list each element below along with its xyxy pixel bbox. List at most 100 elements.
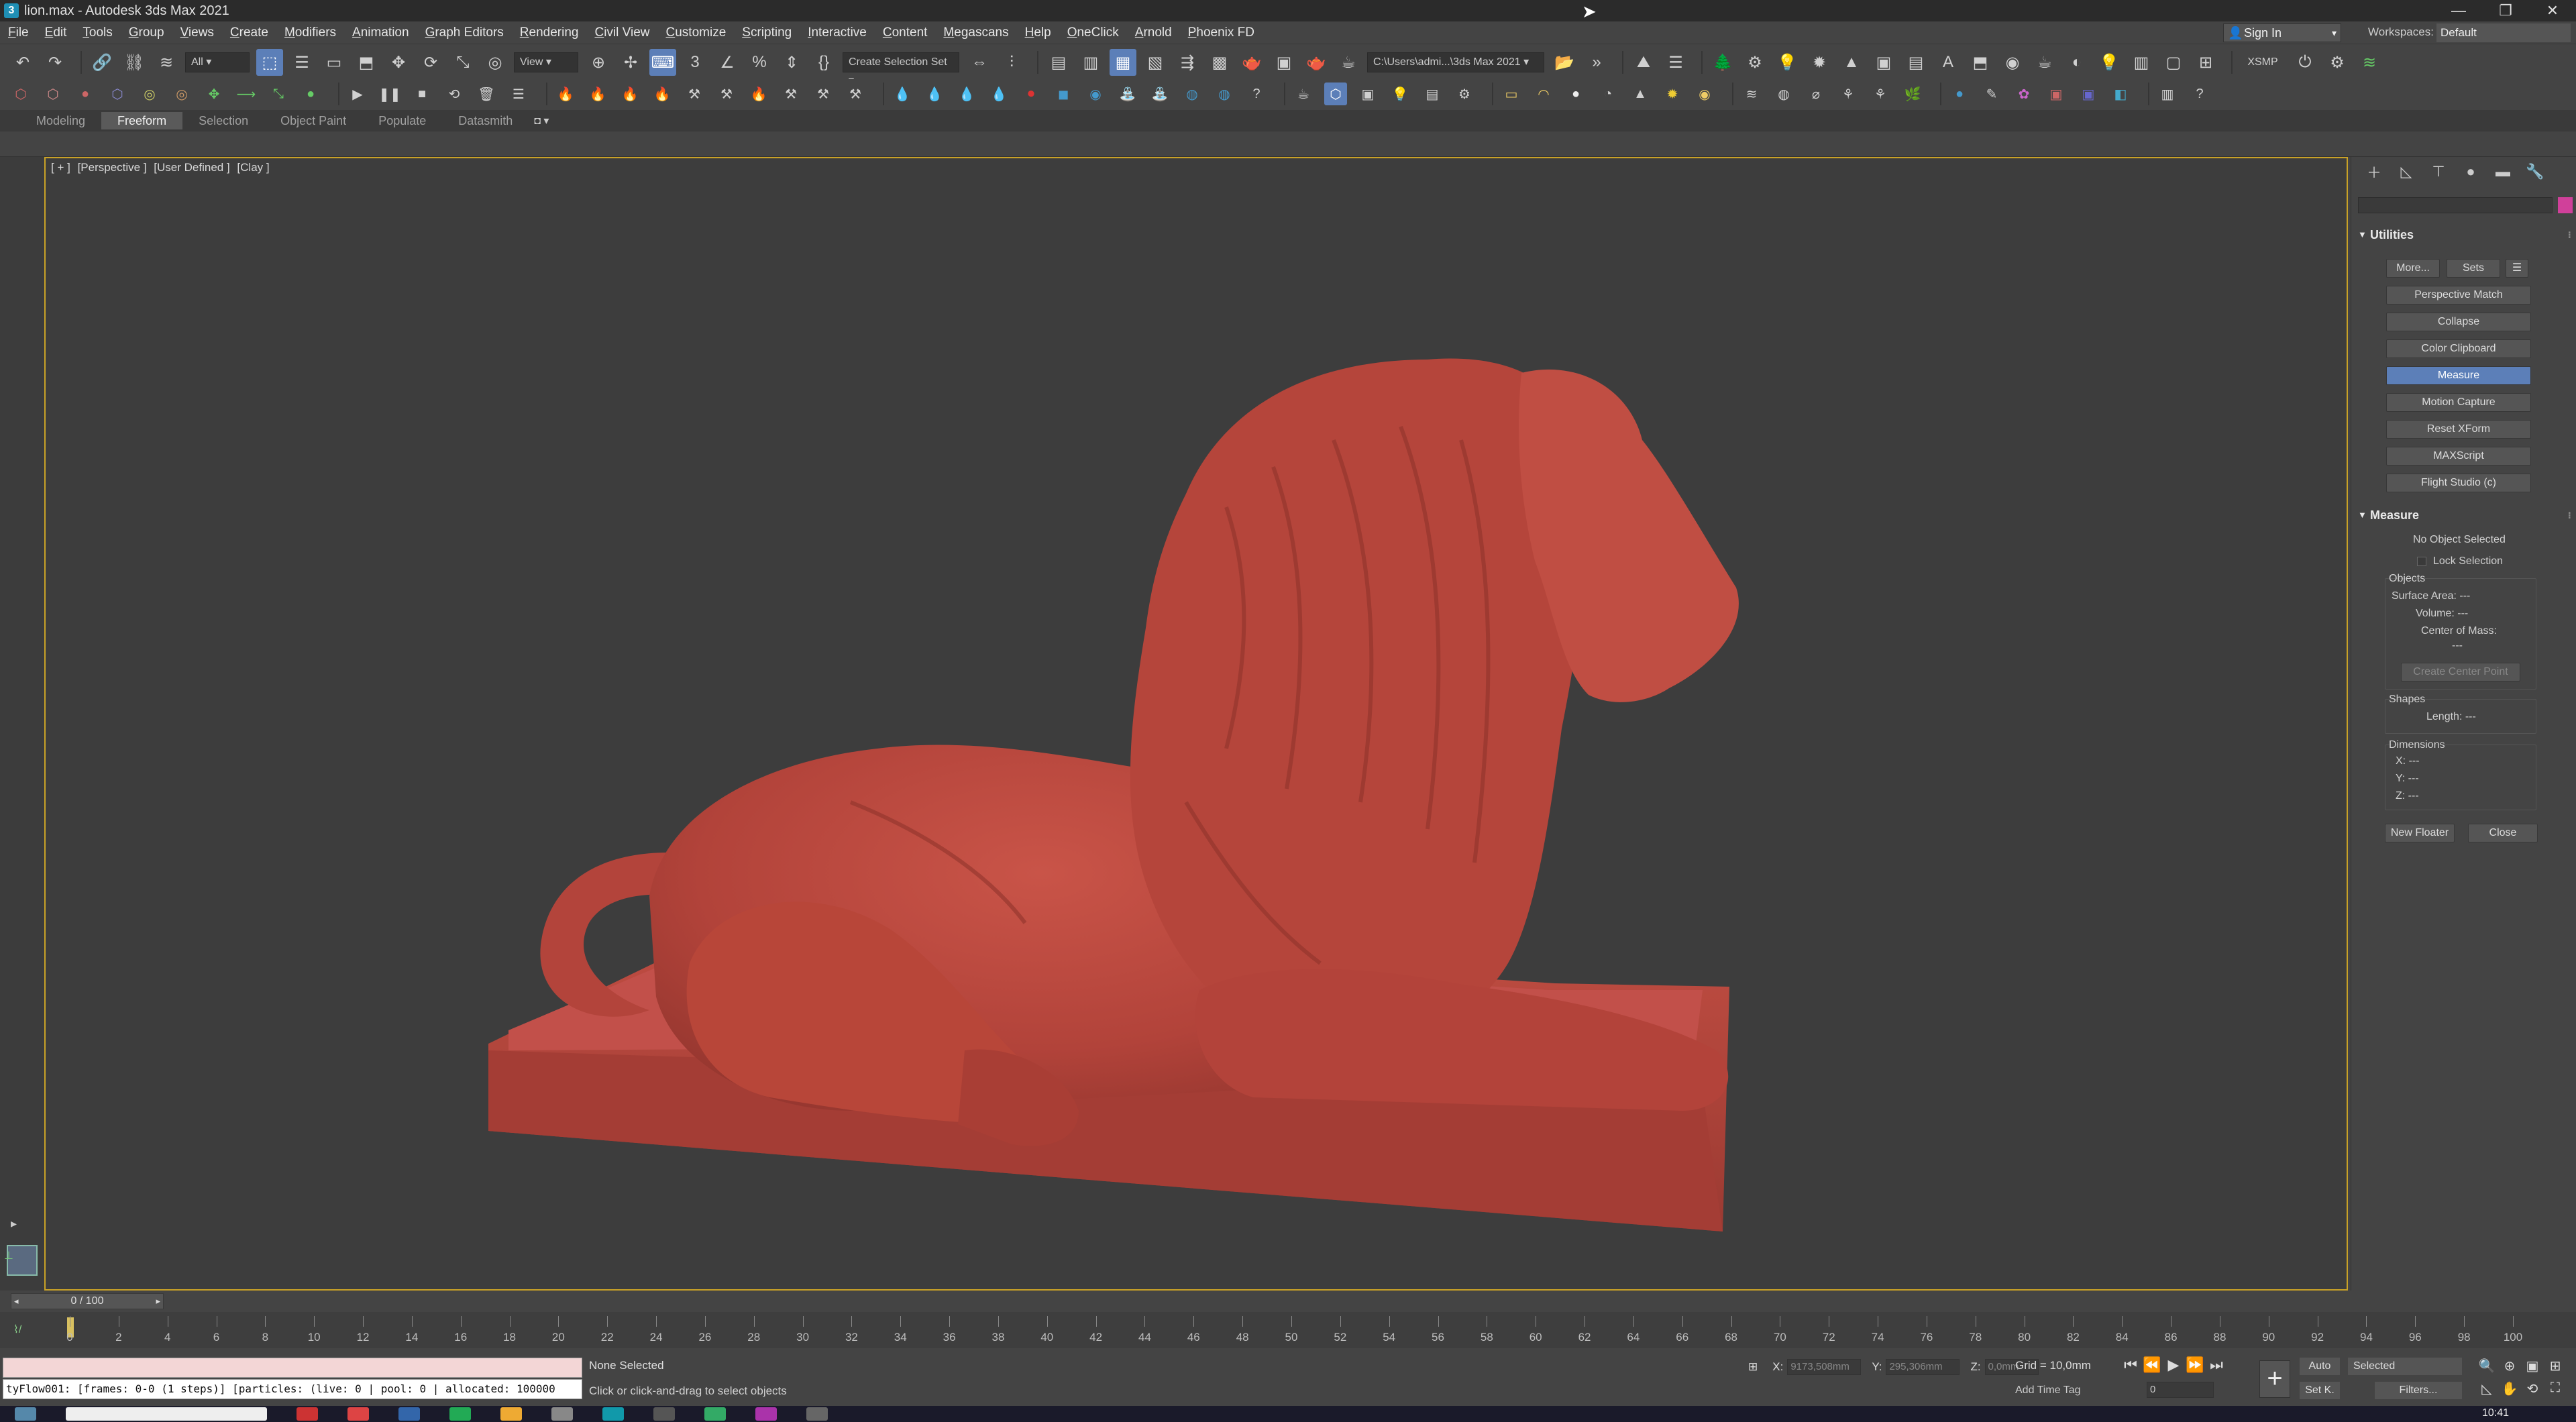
menu-customize[interactable]: Customize xyxy=(658,21,735,44)
object-color-swatch[interactable] xyxy=(2558,197,2573,213)
scene-converter-icon[interactable]: ⛰ xyxy=(1630,49,1657,76)
water-icon[interactable]: ⛲ xyxy=(1148,83,1171,105)
start-icon[interactable] xyxy=(15,1407,36,1421)
camera-icon[interactable]: ▲ xyxy=(1838,49,1865,76)
light-lister-icon[interactable]: 💡 xyxy=(1389,83,1411,105)
maxscript-button[interactable]: MAXScript xyxy=(2386,447,2531,466)
maximize-viewport-icon[interactable]: ⛶ xyxy=(2544,1380,2567,1403)
scale-icon[interactable]: ⤡ xyxy=(449,49,476,76)
menu-megascans[interactable]: Megascans xyxy=(935,21,1016,44)
object-icon[interactable]: ⬡ xyxy=(106,83,129,105)
shader-icon[interactable]: ▣ xyxy=(2077,83,2100,105)
reference-coordinate-dropdown[interactable]: View ▾ xyxy=(514,52,578,72)
taskbar-app-icon[interactable] xyxy=(551,1407,573,1421)
zoom-extents-icon[interactable]: ▣ xyxy=(2521,1358,2544,1380)
object-icon[interactable]: ● xyxy=(74,83,97,105)
log-icon[interactable]: ▥ xyxy=(2128,49,2155,76)
transform-mode-icon[interactable]: ⊞ xyxy=(1748,1360,1758,1374)
taskbar-app-icon[interactable] xyxy=(297,1407,318,1421)
pivot-center-icon[interactable]: ⊕ xyxy=(585,49,612,76)
fire-icon[interactable]: 🔥 xyxy=(651,83,674,105)
help-icon[interactable]: ? xyxy=(1245,83,1268,105)
water-icon[interactable]: 💧 xyxy=(955,83,978,105)
add-time-tag[interactable]: Add Time Tag xyxy=(2015,1384,2081,1397)
brush-icon[interactable]: ✎ xyxy=(1980,83,2003,105)
fire-icon[interactable]: 🔥 xyxy=(586,83,609,105)
open-project-icon[interactable]: 📂 xyxy=(1551,49,1578,76)
perspective-viewport[interactable]: [ + ] [Perspective ] [User Defined ] [Cl… xyxy=(44,157,2348,1291)
configure-sets-icon[interactable]: ☰ xyxy=(2506,259,2528,278)
object-name-field[interactable] xyxy=(2358,197,2553,213)
menu-arnold[interactable]: Arnold xyxy=(1127,21,1180,44)
material-icon[interactable]: ▤ xyxy=(1902,49,1929,76)
play-icon[interactable]: ▶ xyxy=(2163,1356,2184,1374)
environment-icon[interactable]: ◍ xyxy=(1772,83,1795,105)
menu-file[interactable]: File xyxy=(0,21,37,44)
reset-icon[interactable]: ⟲ xyxy=(443,83,466,105)
xsmp-power-icon[interactable]: ⏻ xyxy=(2292,49,2318,76)
bulb-icon[interactable]: 💡 xyxy=(2096,49,2123,76)
next-frame-icon[interactable]: ⏩ xyxy=(2184,1356,2206,1374)
taskbar-app-icon[interactable] xyxy=(806,1407,828,1421)
undo-icon[interactable]: ↶ xyxy=(9,49,36,76)
forest-pack-icon[interactable]: 🌲 xyxy=(1709,49,1736,76)
spinner-snap-icon[interactable]: ⇕ xyxy=(778,49,805,76)
redo-icon[interactable]: ↷ xyxy=(42,49,68,76)
object-icon[interactable]: ⬡ xyxy=(9,83,32,105)
water-icon[interactable]: ◍ xyxy=(1181,83,1203,105)
menu-graph-editors[interactable]: Graph Editors xyxy=(417,21,512,44)
bind-spacewarp-icon[interactable]: ≋ xyxy=(153,49,180,76)
ies-light-icon[interactable]: ◔ xyxy=(1597,83,1619,105)
light-icon[interactable]: 💡 xyxy=(1774,49,1801,76)
teapot-icon[interactable]: ☕ xyxy=(1292,83,1315,105)
ipr-icon[interactable]: ◉ xyxy=(1999,49,2026,76)
fire-icon[interactable]: 🔥 xyxy=(554,83,577,105)
menu-help[interactable]: Help xyxy=(1017,21,1059,44)
menu-modifiers[interactable]: Modifiers xyxy=(276,21,344,44)
shader-icon[interactable]: ▣ xyxy=(2045,83,2068,105)
pan-icon[interactable]: ✋ xyxy=(2498,1380,2521,1403)
window-crossing-icon[interactable]: ⬒ xyxy=(353,49,380,76)
sphere-light-icon[interactable]: ● xyxy=(1564,83,1587,105)
toolbar-overflow-icon[interactable]: » xyxy=(1583,49,1610,76)
trash-icon[interactable]: 🗑 xyxy=(475,83,498,105)
motion-tab-icon[interactable]: ● xyxy=(2457,160,2484,184)
settings-icon[interactable]: ⚙ xyxy=(1453,83,1476,105)
menu-animation[interactable]: Animation xyxy=(344,21,417,44)
link-icon[interactable]: 🔗 xyxy=(89,49,115,76)
close-button[interactable]: Close xyxy=(2468,824,2538,842)
object-icon[interactable]: ✥ xyxy=(203,83,225,105)
viewport-icon[interactable]: ▢ xyxy=(2160,49,2187,76)
teapot-icon[interactable]: ☕ xyxy=(2031,49,2058,76)
taskbar-app-icon[interactable] xyxy=(500,1407,522,1421)
tab-object-paint[interactable]: Object Paint xyxy=(264,112,362,129)
proxy-icon[interactable]: ⌀ xyxy=(1805,83,1827,105)
vray-icon[interactable]: ⬡ xyxy=(1324,83,1347,105)
fire-icon[interactable]: 🔥 xyxy=(747,83,770,105)
tab-freeform[interactable]: Freeform xyxy=(101,112,183,129)
taskbar-app-icon[interactable] xyxy=(653,1407,675,1421)
menu-phoenix-fd[interactable]: Phoenix FD xyxy=(1180,21,1263,44)
render-setup-icon[interactable]: 🫖 xyxy=(1238,49,1265,76)
palette-icon[interactable]: ✿ xyxy=(2012,83,2035,105)
motion-capture-button[interactable]: Motion Capture xyxy=(2386,393,2531,412)
stop-icon[interactable]: ■ xyxy=(411,83,433,105)
tool-icon[interactable]: ⚒ xyxy=(683,83,706,105)
railclone-icon[interactable]: ⚙ xyxy=(1741,49,1768,76)
field-of-view-icon[interactable]: ◺ xyxy=(2475,1380,2498,1403)
measure-rollout-header[interactable]: ▼ Measure ⁝ xyxy=(2355,506,2573,525)
scatter-icon[interactable]: ⚘ xyxy=(1869,83,1892,105)
hierarchy-tab-icon[interactable]: ⊤ xyxy=(2425,160,2452,184)
menu-interactive[interactable]: Interactive xyxy=(800,21,875,44)
current-frame-field[interactable]: 0 xyxy=(2147,1382,2214,1398)
maxscript-listener-output[interactable]: tyFlow001: [frames: 0-0 (1 steps)] [part… xyxy=(3,1379,582,1399)
select-object-icon[interactable]: ⬚ xyxy=(256,49,283,76)
taskbar-app-icon[interactable] xyxy=(398,1407,420,1421)
layer-explorer-icon[interactable]: ▥ xyxy=(1077,49,1104,76)
perspective-match-button[interactable]: Perspective Match xyxy=(2386,286,2531,305)
auto-key-button[interactable]: Auto xyxy=(2300,1358,2340,1375)
go-to-start-icon[interactable]: ⏮ xyxy=(2120,1356,2141,1374)
named-selection-set-dropdown[interactable]: Create Selection Set ▾ xyxy=(843,52,959,87)
tool-icon[interactable]: ⚒ xyxy=(812,83,835,105)
menu-rendering[interactable]: Rendering xyxy=(512,21,587,44)
